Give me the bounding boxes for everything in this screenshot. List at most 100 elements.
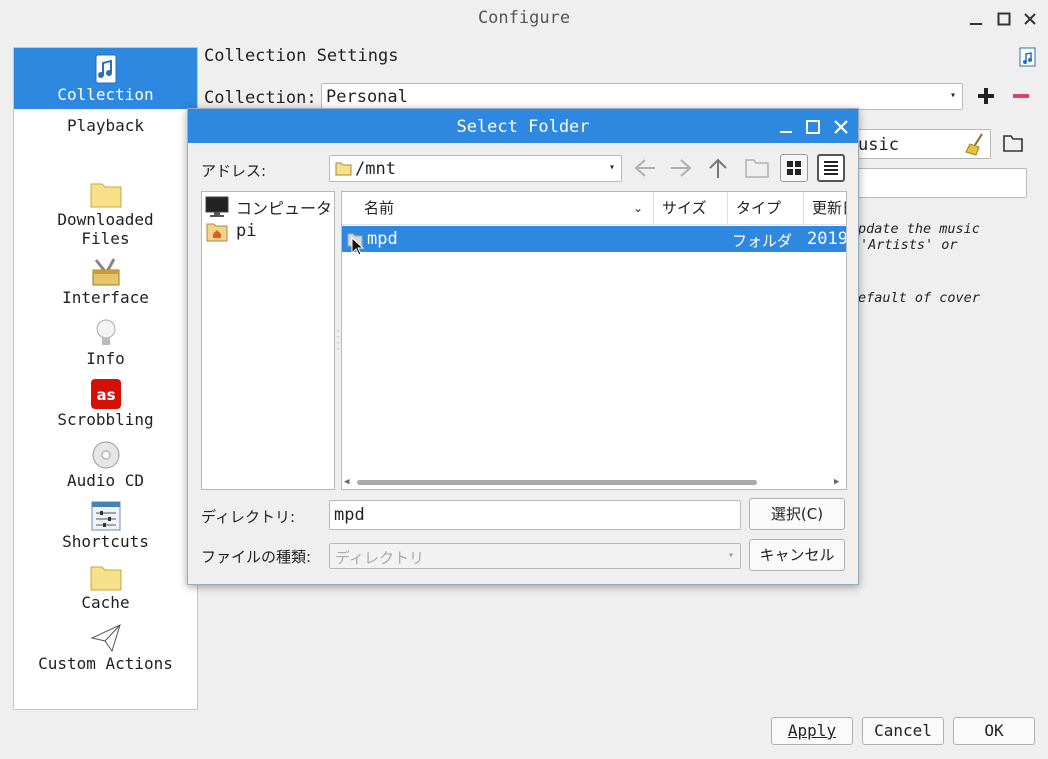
select-button[interactable]: 選択(C) [749,498,845,530]
sidebar-item-label: Scrobbling [57,410,154,429]
sidebar-item-label: Playback [66,116,145,135]
file-name: mpd [367,229,398,249]
folder-icon [90,561,122,593]
parent-directory-icon[interactable] [704,154,732,182]
music-folder-input[interactable]: usic [850,129,991,159]
ok-button[interactable]: OK [953,717,1035,745]
filetype-label: ファイルの種類: [201,548,312,566]
icon-view-button[interactable] [780,154,808,182]
home-folder-icon [206,222,228,242]
sidebar-item-label: Audio CD [66,471,145,490]
directory-input[interactable]: mpd [329,500,741,530]
cancel-button-label: Cancel [874,721,932,740]
sort-chevron-icon: ⌄ [632,201,643,215]
music-note-icon [90,53,122,85]
lightbulb-icon [90,317,122,349]
places-panel: コンピュータ pi [201,191,335,490]
sidebar-item-label: Interface [62,288,149,307]
svg-text:as: as [96,386,115,404]
sidebar-item-label: Info [86,349,125,368]
sidebar-item-info[interactable]: Info [14,317,197,368]
file-type: フォルダ [732,232,793,250]
sidebar-item-custom-actions[interactable]: Custom Actions [14,622,197,673]
sidebar-item-downloaded-files[interactable]: Downloaded Files [14,178,197,248]
directory-label: ディレクトリ: [201,508,296,526]
place-item-computer[interactable]: コンピュータ [205,195,335,219]
minimize-icon[interactable] [965,8,987,30]
music-folder-value: usic [858,135,899,155]
cancel-button[interactable]: Cancel [862,717,944,745]
help-line: efault of cover [858,290,980,306]
sidebar-item-label: Cache [81,593,130,612]
apply-button-label: Apply [787,721,837,740]
dialog-cancel-button-label: キャンセル [759,546,835,564]
sidebar-item-audio-cd[interactable]: Audio CD [14,439,197,490]
column-header-size[interactable]: サイズ [654,192,728,225]
column-header-label: 更新日 [812,199,846,217]
sidebar-item-interface[interactable]: Interface [14,256,197,307]
collection-label: Collection: [204,88,317,108]
help-line: pdate the music [858,221,980,237]
detail-view-button[interactable] [817,154,845,182]
sidebar-item-collection[interactable]: Collection [14,48,197,109]
add-collection-button[interactable] [976,86,996,106]
minimize-icon[interactable] [778,119,794,135]
sidebar-item-shortcuts[interactable]: Shortcuts [14,500,197,551]
help-text: pdate the music 'Artists' or efault of c… [858,221,980,306]
scroll-left-icon[interactable]: ◀ [344,477,349,487]
select-folder-dialog: Select Folder アドレス: /mnt ▾ コンピュータ pi · ·… [187,108,859,585]
lastfm-icon: as [90,378,122,410]
new-folder-icon[interactable] [743,154,771,182]
address-value: /mnt [355,159,396,179]
window-title: Configure [477,8,571,28]
horizontal-scrollbar[interactable]: ◀ ▶ [342,475,846,489]
paper-plane-icon [89,622,122,654]
column-header-name[interactable]: 名前 ⌄ [342,192,654,225]
place-item-home[interactable]: pi [205,221,335,245]
scrollbar-thumb[interactable] [357,480,757,485]
table-row[interactable]: mpd フォルダ 2019 [342,226,846,252]
back-icon[interactable] [631,154,659,182]
sidebar-item-label: Collection [57,85,154,104]
collection-select[interactable]: Personal ▾ [321,83,963,110]
file-list-header: 名前 ⌄ サイズ タイプ 更新日 [342,192,846,225]
folder-icon [335,161,352,176]
sidebar-item-label: Custom Actions [38,654,173,673]
column-header-label: 名前 [364,199,395,217]
sidebar-item-scrobbling[interactable]: as Scrobbling [14,378,197,429]
dialog-titlebar: Select Folder [188,109,858,143]
text-input[interactable] [850,168,1027,198]
chevron-down-icon: ▾ [727,550,734,561]
sidebar-item-playback[interactable]: Playback [14,116,197,135]
mouse-cursor-icon [351,236,365,257]
directory-value: mpd [334,505,365,525]
filetype-combo[interactable]: ディレクトリ ▾ [329,543,741,569]
page-title: Collection Settings [204,46,399,66]
music-file-icon [1019,47,1037,67]
maximize-icon[interactable] [993,8,1015,30]
ok-button-label: OK [984,721,1004,740]
address-combo[interactable]: /mnt ▾ [329,155,622,182]
collection-select-value: Personal [326,87,408,107]
splitter-handle[interactable]: · · · · [335,327,341,355]
place-label: コンピュータ [236,199,333,218]
sidebar-item-label: Downloaded Files [57,210,154,248]
dialog-title: Select Folder [456,117,590,137]
sliders-icon [90,500,122,532]
folder-browse-button[interactable] [1002,133,1024,153]
broom-icon[interactable] [964,132,986,156]
apply-button[interactable]: Apply [771,717,853,745]
sidebar-item-cache[interactable]: Cache [14,561,197,612]
scroll-right-icon[interactable]: ▶ [834,477,839,487]
close-icon[interactable] [833,119,849,135]
file-modified: 2019 [807,229,847,249]
close-icon[interactable] [1019,8,1041,30]
forward-icon[interactable] [667,154,695,182]
chevron-down-icon: ▾ [608,162,615,173]
monitor-icon [205,196,229,218]
column-header-type[interactable]: タイプ [728,192,804,225]
column-header-modified[interactable]: 更新日 [804,192,846,225]
remove-collection-button[interactable] [1011,86,1031,106]
maximize-icon[interactable] [805,119,821,135]
dialog-cancel-button[interactable]: キャンセル [749,539,845,571]
